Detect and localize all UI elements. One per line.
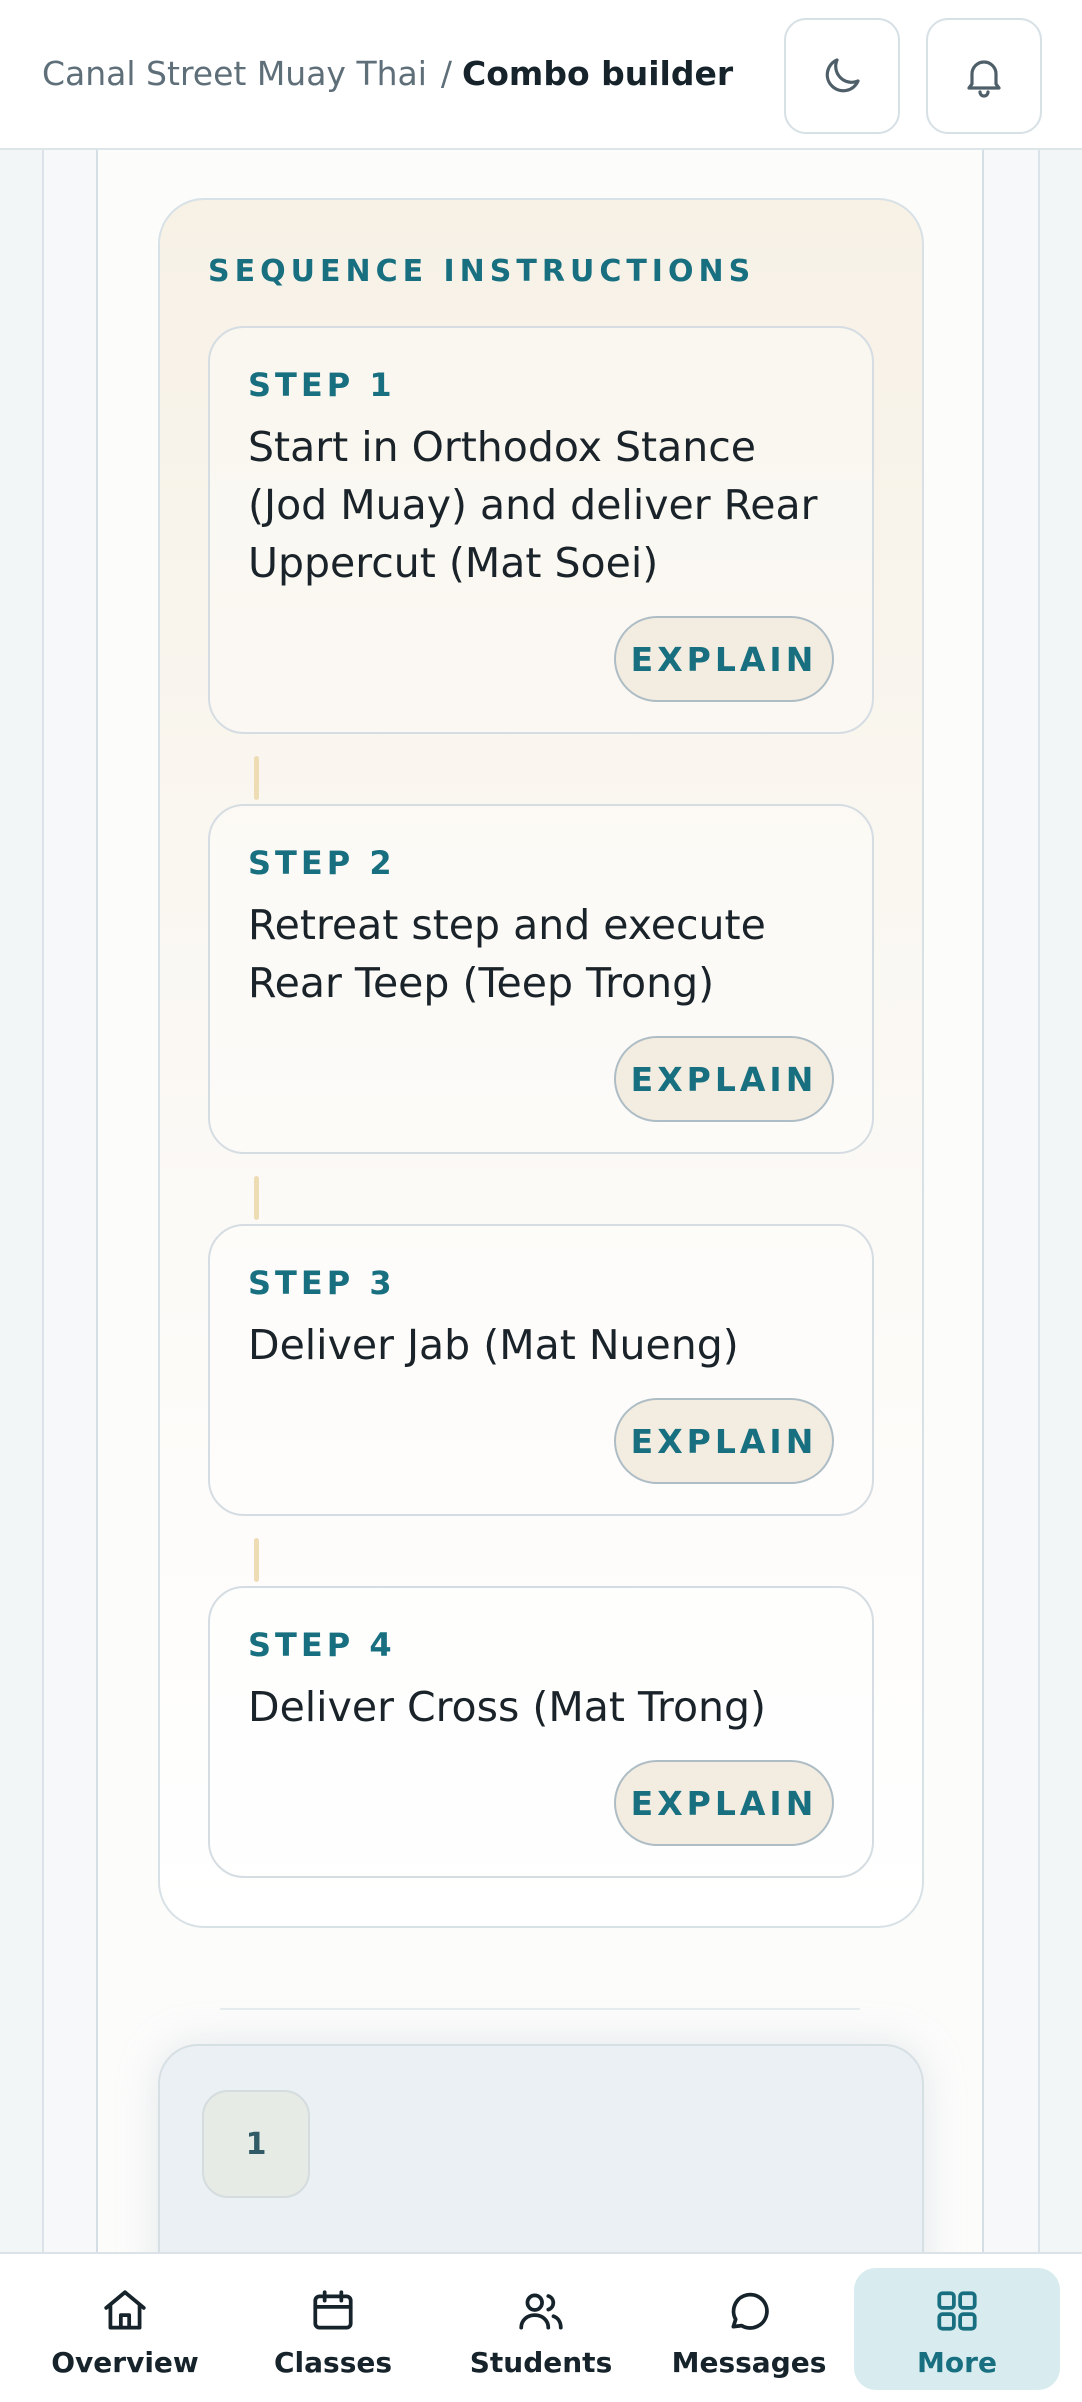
nav-item-students[interactable]: Students <box>438 2268 644 2390</box>
nav-item-messages[interactable]: Messages <box>646 2268 852 2390</box>
step-card-3: STEP 3 Deliver Jab (Mat Nueng) EXPLAIN <box>208 1224 874 1516</box>
users-icon <box>519 2293 563 2330</box>
moon-icon <box>825 58 860 93</box>
calendar-icon <box>313 2290 353 2330</box>
step-text: Start in Orthodox Stance (Jod Muay) and … <box>248 423 818 587</box>
step-label: STEP 4 <box>248 1626 396 1664</box>
section-divider <box>220 2008 860 2010</box>
number-badge: 1 <box>202 2090 310 2198</box>
step-card-4: STEP 4 Deliver Cross (Mat Trong) EXPLAIN <box>208 1586 874 1878</box>
top-bar: Canal Street Muay Thai / Combo builder <box>0 0 1082 150</box>
step-connector <box>254 756 259 800</box>
step-label: STEP 3 <box>248 1264 396 1302</box>
breadcrumb-separator: / <box>440 54 453 93</box>
step-label: STEP 2 <box>248 844 396 882</box>
nav-item-label: Classes <box>273 2346 393 2379</box>
explain-button-1[interactable]: EXPLAIN <box>614 616 834 702</box>
step-card-1: STEP 1 Start in Orthodox Stance (Jod Mua… <box>208 326 874 734</box>
bottom-navigation: Overview Classes Students Messages More <box>0 2252 1082 2402</box>
explain-button-3[interactable]: EXPLAIN <box>614 1398 834 1484</box>
explain-button-4[interactable]: EXPLAIN <box>614 1760 834 1846</box>
breadcrumb-org[interactable]: Canal Street Muay Thai <box>42 54 427 93</box>
step-label: STEP 1 <box>248 366 396 404</box>
sequence-title: SEQUENCE INSTRUCTIONS <box>208 254 756 289</box>
theme-toggle-button[interactable] <box>784 18 900 134</box>
home-icon <box>104 2290 146 2330</box>
explain-button-2[interactable]: EXPLAIN <box>614 1036 834 1122</box>
page-title: Combo builder <box>462 54 734 93</box>
step-text: Deliver Jab (Mat Nueng) <box>248 1321 739 1369</box>
message-icon <box>731 2292 769 2330</box>
nav-item-label: Students <box>469 2346 613 2379</box>
step-text: Retreat step and execute Rear Teep (Teep… <box>248 901 766 1007</box>
nav-item-more[interactable]: More <box>854 2268 1060 2390</box>
nav-item-classes[interactable]: Classes <box>230 2268 436 2390</box>
nav-item-label: More <box>917 2346 997 2379</box>
nav-item-overview[interactable]: Overview <box>22 2268 228 2390</box>
bell-icon <box>967 60 1001 98</box>
grid-icon <box>937 2291 977 2331</box>
nav-item-label: Overview <box>51 2346 199 2379</box>
step-connector <box>254 1176 259 1220</box>
step-card-2: STEP 2 Retreat step and execute Rear Tee… <box>208 804 874 1154</box>
nav-item-label: Messages <box>671 2346 827 2379</box>
notifications-button[interactable] <box>926 18 1042 134</box>
breadcrumb: Canal Street Muay Thai / Combo builder <box>42 52 733 96</box>
step-connector <box>254 1538 259 1582</box>
step-text: Deliver Cross (Mat Trong) <box>248 1683 767 1731</box>
